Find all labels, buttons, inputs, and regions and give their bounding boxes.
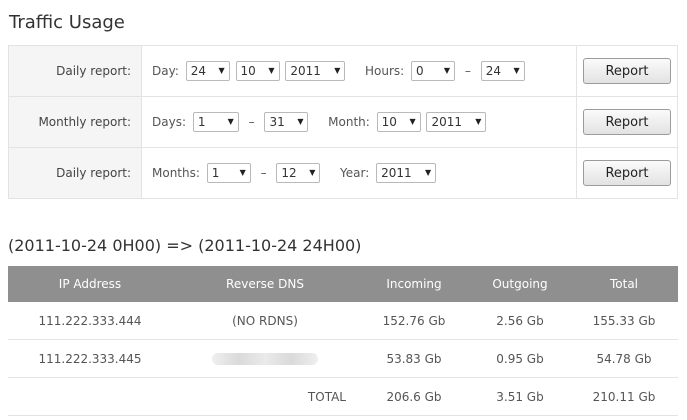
year-select[interactable]: 2011 ▼ <box>285 61 346 81</box>
outgoing-cell: 0.95 Gb <box>470 339 570 378</box>
day-select[interactable]: 24 ▼ <box>185 61 230 81</box>
total-incoming-cell: 206.6 Gb <box>358 377 470 416</box>
total-cell: 54.78 Gb <box>570 339 678 378</box>
col-reverse-dns: Reverse DNS <box>172 266 358 302</box>
chevron-down-icon: ▼ <box>309 168 316 177</box>
table-row: 111.222.333.445 53.83 Gb 0.95 Gb 54.78 G… <box>8 339 678 378</box>
yearly-report-row: Daily report: Months: 1 ▼ – 12 ▼ Year: 201… <box>8 147 678 199</box>
totals-label: TOTAL <box>172 377 358 416</box>
chevron-down-icon: ▼ <box>297 117 304 126</box>
day-label: Day: <box>152 63 179 78</box>
report-filters: Daily report: Day: 24 ▼ 10 ▼ 2011 ▼ Hours: … <box>8 45 678 199</box>
daily-report-button[interactable]: Report <box>583 58 671 84</box>
chevron-down-icon: ▼ <box>409 117 416 126</box>
yearly-report-label: Daily report: <box>8 147 142 199</box>
chevron-down-icon: ▼ <box>475 117 482 126</box>
report-range-title: (2011-10-24 0H00) => (2011-10-24 24H00) <box>8 236 362 255</box>
range-dash: – <box>248 114 255 129</box>
ip-address-cell: 111.222.333.445 <box>8 339 172 378</box>
month-to-select[interactable]: 12 ▼ <box>276 163 321 183</box>
range-dash: – <box>464 63 471 78</box>
total-cell: 155.33 Gb <box>570 302 678 340</box>
hours-label: Hours: <box>365 63 405 78</box>
month-from-select[interactable]: 1 ▼ <box>206 163 251 183</box>
reverse-dns-cell <box>172 339 358 378</box>
daily-report-row: Daily report: Day: 24 ▼ 10 ▼ 2011 ▼ Hours: … <box>8 45 678 97</box>
yearly-report-button[interactable]: Report <box>583 160 671 186</box>
chevron-down-icon: ▼ <box>334 66 341 75</box>
incoming-cell: 53.83 Gb <box>358 339 470 378</box>
page-title: Traffic Usage <box>9 12 125 33</box>
month-select[interactable]: 10 ▼ <box>376 112 421 132</box>
table-row: 111.222.333.444 (NO RDNS) 152.76 Gb 2.56… <box>8 302 678 340</box>
total-outgoing-cell: 3.51 Gb <box>470 377 570 416</box>
chevron-down-icon: ▼ <box>227 117 234 126</box>
days-label: Days: <box>152 114 186 129</box>
totals-row: TOTAL 206.6 Gb 3.51 Gb 210.11 Gb <box>8 377 678 416</box>
monthly-report-row: Monthly report: Days: 1 ▼ – 31 ▼ Month: 10… <box>8 96 678 148</box>
col-outgoing: Outgoing <box>470 266 570 302</box>
col-ip-address: IP Address <box>8 266 172 302</box>
chevron-down-icon: ▼ <box>443 66 451 75</box>
chevron-down-icon: ▼ <box>424 168 432 177</box>
hour-to-select[interactable]: 24 ▼ <box>480 61 525 81</box>
traffic-usage-page: Traffic Usage Daily report: Day: 24 ▼ 10 ▼… <box>0 0 687 420</box>
month-label: Month: <box>328 114 370 129</box>
year-select[interactable]: 2011 ▼ <box>376 163 437 183</box>
chevron-down-icon: ▼ <box>218 66 225 75</box>
range-dash: – <box>260 165 267 180</box>
year-select[interactable]: 2011 ▼ <box>426 112 487 132</box>
chevron-down-icon: ▼ <box>513 66 520 75</box>
redacted-hostname <box>212 353 318 365</box>
chevron-down-icon: ▼ <box>239 168 246 177</box>
monthly-report-button[interactable]: Report <box>583 109 671 135</box>
day-to-select[interactable]: 31 ▼ <box>264 112 309 132</box>
monthly-report-label: Monthly report: <box>8 96 142 148</box>
chevron-down-icon: ▼ <box>268 66 275 75</box>
col-incoming: Incoming <box>358 266 470 302</box>
traffic-table: IP Address Reverse DNS Incoming Outgoing… <box>8 266 678 416</box>
table-header-row: IP Address Reverse DNS Incoming Outgoing… <box>8 266 678 302</box>
daily-report-label: Daily report: <box>8 45 142 97</box>
month-select[interactable]: 10 ▼ <box>235 61 280 81</box>
grand-total-cell: 210.11 Gb <box>570 377 678 416</box>
day-from-select[interactable]: 1 ▼ <box>192 112 239 132</box>
reverse-dns-cell: (NO RDNS) <box>172 302 358 340</box>
ip-address-cell: 111.222.333.444 <box>8 302 172 340</box>
year-label: Year: <box>340 165 370 180</box>
col-total: Total <box>570 266 678 302</box>
months-label: Months: <box>152 165 200 180</box>
hour-from-select[interactable]: 0 ▼ <box>411 61 456 81</box>
outgoing-cell: 2.56 Gb <box>470 302 570 340</box>
incoming-cell: 152.76 Gb <box>358 302 470 340</box>
